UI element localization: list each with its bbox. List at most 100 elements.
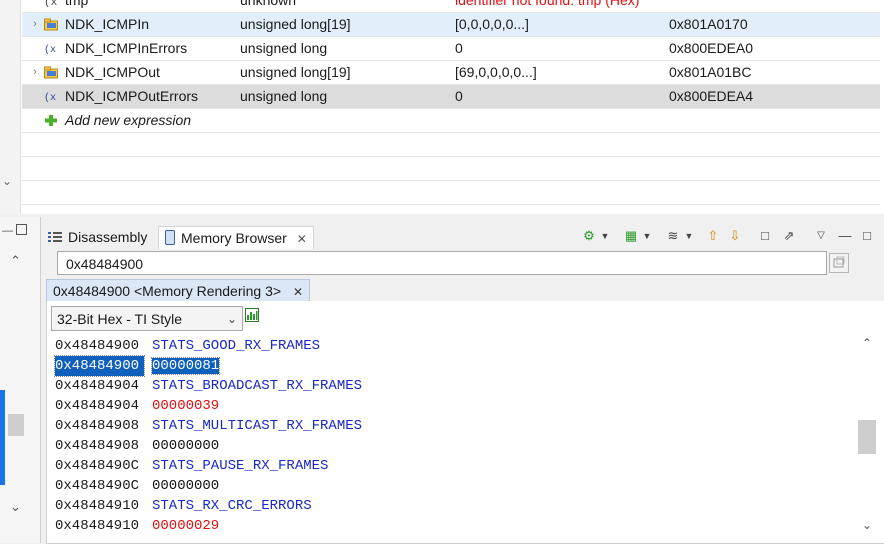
expand-arrow-icon[interactable]: › xyxy=(30,61,40,84)
expression-address xyxy=(663,0,880,12)
scroll-down-arrow-icon[interactable]: ⌄ xyxy=(858,518,876,532)
memory-chart-icon[interactable]: ▦ xyxy=(624,229,638,242)
side-panel-minimized: — ⌃ ⌄ xyxy=(0,217,41,543)
memory-chart-icon[interactable] xyxy=(245,308,259,322)
expression-name: tmp xyxy=(65,0,89,8)
export-icon[interactable]: ⇩ xyxy=(728,229,742,242)
chevron-down-icon: ⌄ xyxy=(226,312,237,326)
new-window-icon[interactable]: □ xyxy=(758,229,772,242)
disassembly-icon xyxy=(48,232,62,242)
expression-name: NDK_ICMPIn xyxy=(65,16,150,32)
memory-address: 0x48484900 xyxy=(55,338,140,354)
tab-memory-browser-label: Memory Browser xyxy=(181,230,287,246)
expression-name: NDK_ICMPOutErrors xyxy=(65,88,199,104)
memory-value[interactable]: 00000039 xyxy=(152,398,219,414)
add-new-expression-row[interactable]: Add new expression xyxy=(22,109,880,133)
memory-line[interactable]: 0x48484904 00000039 xyxy=(55,396,362,416)
memory-address: 0x48484904 xyxy=(55,378,140,394)
scroll-up-arrow-icon[interactable]: ⌃ xyxy=(858,336,876,350)
expression-name: NDK_ICMPInErrors xyxy=(65,40,188,56)
expressions-table: (x) tmp unknown identifier not found: tm… xyxy=(22,0,880,205)
expression-type: unsigned long xyxy=(240,88,328,104)
view-menu-icon[interactable]: ▽ xyxy=(814,230,828,242)
expression-value[interactable]: [69,0,0,0,0...] xyxy=(449,61,661,84)
expression-value[interactable]: [0,0,0,0,0...] xyxy=(449,13,661,36)
memory-line[interactable]: 0x48484904 STATS_BROADCAST_RX_FRAMES xyxy=(55,376,362,396)
gear-refresh-icon[interactable]: ⚙ xyxy=(582,229,596,242)
array-folder-icon xyxy=(44,18,58,31)
format-select-value: 32-Bit Hex - TI Style xyxy=(57,311,183,327)
memory-line[interactable]: 0x48484908 00000000 xyxy=(55,436,362,456)
minimize-icon[interactable]: — xyxy=(2,225,13,237)
format-select[interactable]: 32-Bit Hex - TI Style ⌄ xyxy=(51,306,243,331)
expression-row-ndk-icmpouterrors[interactable]: (x) NDK_ICMPOutErrors unsigned long 0 0x… xyxy=(22,85,880,109)
tab-disassembly[interactable]: Disassembly xyxy=(68,226,147,248)
scroll-up-arrow-icon[interactable]: ⌃ xyxy=(10,253,21,269)
chevron-down-icon[interactable]: ⌄ xyxy=(2,174,12,188)
go-address-button[interactable] xyxy=(829,253,849,273)
memory-line[interactable]: 0x48484910 00000029 xyxy=(55,516,362,536)
rendering-tab-label: 0x48484900 <Memory Rendering 3> xyxy=(53,283,282,299)
svg-text:(x): (x) xyxy=(44,92,58,103)
memory-value[interactable]: 00000029 xyxy=(152,518,219,534)
dropdown-arrow-icon[interactable]: ▼ xyxy=(598,230,612,242)
memory-lines: 0x48484900 STATS_GOOD_RX_FRAMES 0x4848490… xyxy=(54,336,362,536)
expression-row-ndk-icmpout[interactable]: › NDK_ICMPOut unsigned long[19] [69,0,0,… xyxy=(22,61,880,85)
memory-line[interactable]: 0x4848490C 00000000 xyxy=(55,476,362,496)
expression-address: 0x801A01BC xyxy=(669,64,752,80)
close-icon[interactable]: ✕ xyxy=(297,232,307,246)
pin-icon[interactable]: ⇗ xyxy=(782,229,796,242)
memory-address: 0x4848490C xyxy=(55,458,140,474)
memory-value[interactable]: 00000000 xyxy=(152,438,219,454)
expression-type: unknown xyxy=(240,0,297,8)
memory-line[interactable]: 0x48484900 00000081 xyxy=(54,355,362,377)
memory-address-input[interactable]: 0x48484900 xyxy=(57,251,827,275)
expression-row-tmp[interactable]: (x) tmp unknown identifier not found: tm… xyxy=(22,0,880,13)
empty-row xyxy=(22,181,880,205)
expression-address: 0x800EDEA0 xyxy=(669,40,754,56)
expressions-panel: (x) tmp unknown identifier not found: tm… xyxy=(0,0,884,214)
variable-icon: (x) xyxy=(44,0,58,7)
link-icon[interactable]: ≋ xyxy=(666,229,680,242)
expression-address: 0x800EDEA4 xyxy=(669,88,754,104)
import-icon[interactable]: ⇧ xyxy=(706,229,720,242)
memory-address: 0x48484910 xyxy=(55,498,140,514)
register-symbol: STATS_PAUSE_RX_FRAMES xyxy=(152,458,329,474)
memory-line[interactable]: 0x48484910 STATS_RX_CRC_ERRORS xyxy=(55,496,362,516)
memory-address: 0x48484908 xyxy=(55,438,140,454)
dropdown-arrow-icon[interactable]: ▼ xyxy=(640,230,654,242)
tab-memory-rendering[interactable]: 0x48484900 <Memory Rendering 3> ✕ xyxy=(46,279,310,302)
memory-address-selected: 0x48484900 xyxy=(54,355,145,377)
expression-value[interactable]: 0 xyxy=(449,37,661,60)
register-symbol: STATS_GOOD_RX_FRAMES xyxy=(152,338,321,354)
expression-type: unsigned long[19] xyxy=(240,64,351,80)
memory-address: 0x4848490C xyxy=(55,478,140,494)
close-icon[interactable]: ✕ xyxy=(293,285,303,299)
memory-address: 0x48484908 xyxy=(55,418,140,434)
expression-value[interactable]: 0 xyxy=(449,85,661,108)
memory-value-selected[interactable]: 00000081 xyxy=(150,357,221,375)
expression-type: unsigned long xyxy=(240,40,328,56)
left-scrollbar-thumb[interactable] xyxy=(8,414,24,436)
memory-line[interactable]: 0x48484908 STATS_MULTICAST_RX_FRAMES xyxy=(55,416,362,436)
memory-scrollbar-thumb[interactable] xyxy=(858,420,876,454)
memory-line[interactable]: 0x4848490C STATS_PAUSE_RX_FRAMES xyxy=(55,456,362,476)
expression-row-ndk-icmpinerrors[interactable]: (x) NDK_ICMPInErrors unsigned long 0 0x8… xyxy=(22,37,880,61)
dropdown-arrow-icon[interactable]: ▼ xyxy=(682,230,696,242)
expression-type: unsigned long[19] xyxy=(240,16,351,32)
expand-arrow-icon[interactable]: › xyxy=(30,13,40,36)
minimize-icon[interactable]: — xyxy=(838,229,852,242)
memory-line[interactable]: 0x48484900 STATS_GOOD_RX_FRAMES xyxy=(55,336,362,356)
add-new-expression-label[interactable]: Add new expression xyxy=(65,109,191,132)
expression-row-ndk-icmpin[interactable]: › NDK_ICMPIn unsigned long[19] [0,0,0,0,… xyxy=(22,13,880,37)
go-icon xyxy=(833,256,845,268)
scroll-down-arrow-icon[interactable]: ⌄ xyxy=(10,499,21,515)
maximize-icon[interactable] xyxy=(16,224,27,235)
register-symbol: STATS_MULTICAST_RX_FRAMES xyxy=(152,418,363,434)
tab-memory-browser[interactable]: Memory Browser ✕ xyxy=(158,226,314,249)
array-folder-icon xyxy=(44,66,58,79)
variable-icon: (x) xyxy=(44,92,58,103)
register-symbol: STATS_RX_CRC_ERRORS xyxy=(152,498,312,514)
maximize-icon[interactable]: □ xyxy=(860,229,874,242)
memory-value[interactable]: 00000000 xyxy=(152,478,219,494)
